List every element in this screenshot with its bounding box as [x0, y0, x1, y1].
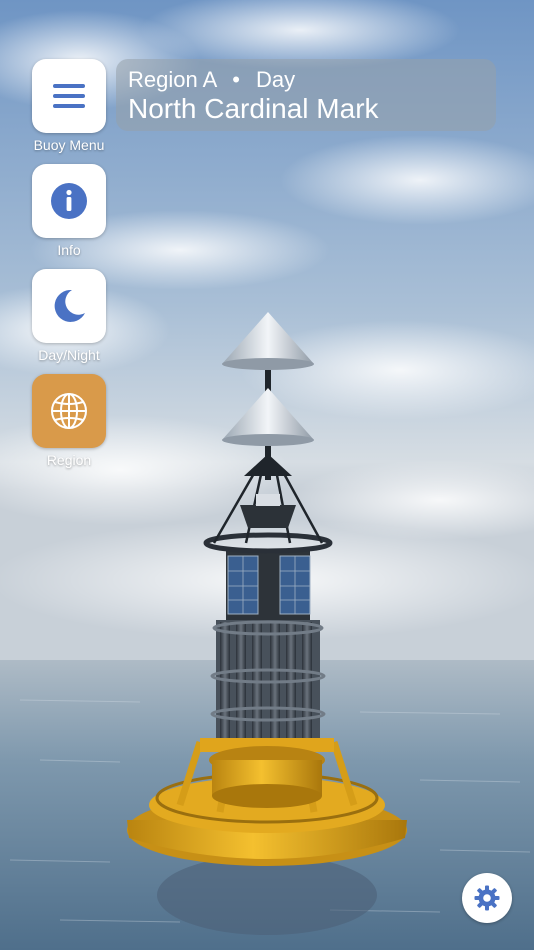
gear-icon — [474, 885, 500, 911]
region-tile[interactable] — [32, 374, 106, 448]
day-night-button[interactable]: Day/Night — [31, 269, 107, 363]
day-night-tile[interactable] — [32, 269, 106, 343]
day-night-label: Day/Night — [38, 347, 100, 363]
info-tile[interactable] — [32, 164, 106, 238]
buoy-menu-tile[interactable] — [32, 59, 106, 133]
settings-button[interactable] — [462, 873, 512, 923]
menu-icon — [53, 84, 85, 108]
buoy-menu-label: Buoy Menu — [33, 137, 105, 153]
subtitle-row: Region A • Day — [128, 67, 484, 93]
buoy-title-panel: Region A • Day North Cardinal Mark — [116, 59, 496, 131]
mark-name-title: North Cardinal Mark — [128, 93, 379, 124]
mode-text: Day — [256, 67, 296, 92]
globe-icon — [51, 393, 87, 429]
region-label: Region — [46, 452, 92, 468]
moon-icon — [54, 289, 85, 322]
region-button[interactable]: Region — [31, 374, 107, 468]
buoy-menu-button[interactable]: Buoy Menu — [31, 59, 107, 153]
info-label: Info — [57, 242, 81, 258]
separator-dot: • — [232, 67, 240, 92]
info-icon — [51, 183, 87, 219]
region-text: Region A — [128, 67, 217, 92]
info-button[interactable]: Info — [31, 164, 107, 258]
